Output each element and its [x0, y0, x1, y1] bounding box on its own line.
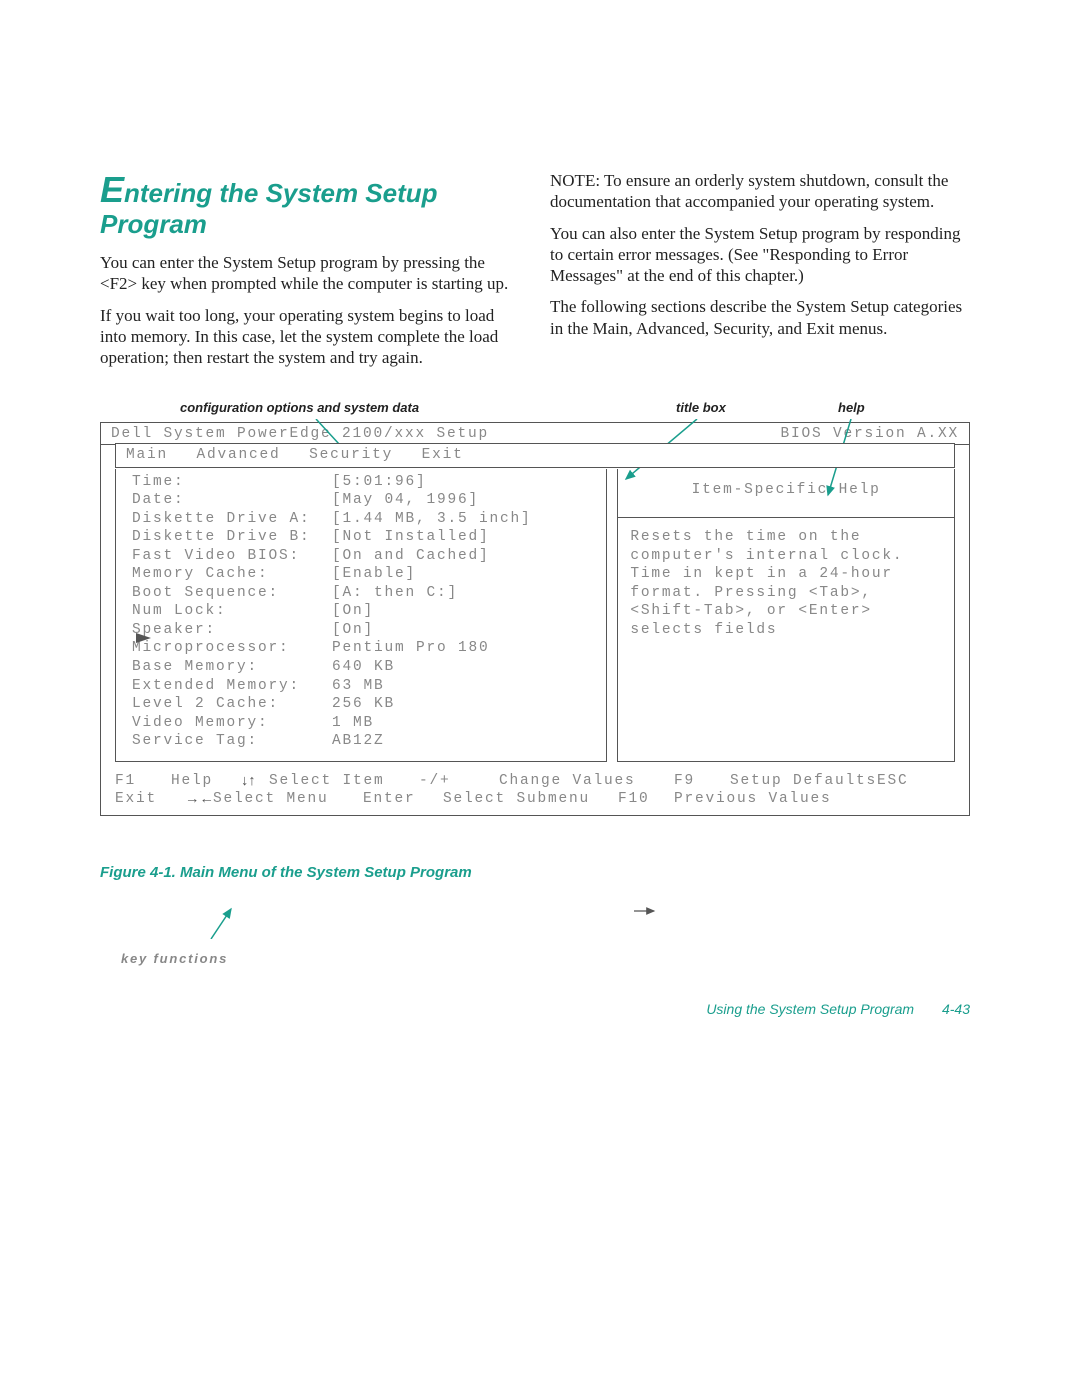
callout-key-functions: key functions [121, 951, 228, 968]
page-footer: Using the System Setup Program 4-43 [100, 1001, 970, 1017]
heading-dropcap: E [100, 169, 124, 210]
callout-help: help [838, 400, 865, 415]
paragraph: If you wait too long, your operating sys… [100, 305, 520, 369]
paragraph: NOTE: To ensure an orderly system shutdo… [550, 170, 970, 213]
heading-rest: ntering the System Setup Program [100, 178, 438, 239]
section-heading: Entering the System Setup Program [100, 170, 520, 238]
footer-page-number: 4-43 [942, 1001, 970, 1017]
help-body: Resets the time on the computer's intern… [630, 528, 942, 639]
footer-text: Using the System Setup Program [706, 1001, 914, 1017]
callout-config: configuration options and system data [180, 400, 419, 415]
menu-main: Main [126, 447, 168, 463]
callout-title: title box [676, 400, 726, 415]
menu-security: Security [309, 447, 393, 463]
right-column: NOTE: To ensure an orderly system shutdo… [550, 170, 970, 378]
bios-help-panel: Item-Specific Help Resets the time on th… [617, 469, 955, 762]
menu-exit: Exit [422, 447, 464, 463]
left-column: Entering the System Setup Program You ca… [100, 170, 520, 378]
bios-screen: Dell System PowerEdge 2100/xxx Setup BIO… [100, 422, 970, 815]
help-title: Item-Specific Help [618, 473, 954, 519]
bios-menubar: Main Advanced Security Exit [115, 443, 955, 468]
paragraph: The following sections describe the Syst… [550, 296, 970, 339]
paragraph: You can enter the System Setup program b… [100, 252, 520, 295]
menu-advanced: Advanced [197, 447, 281, 463]
paragraph: You can also enter the System Setup prog… [550, 223, 970, 287]
